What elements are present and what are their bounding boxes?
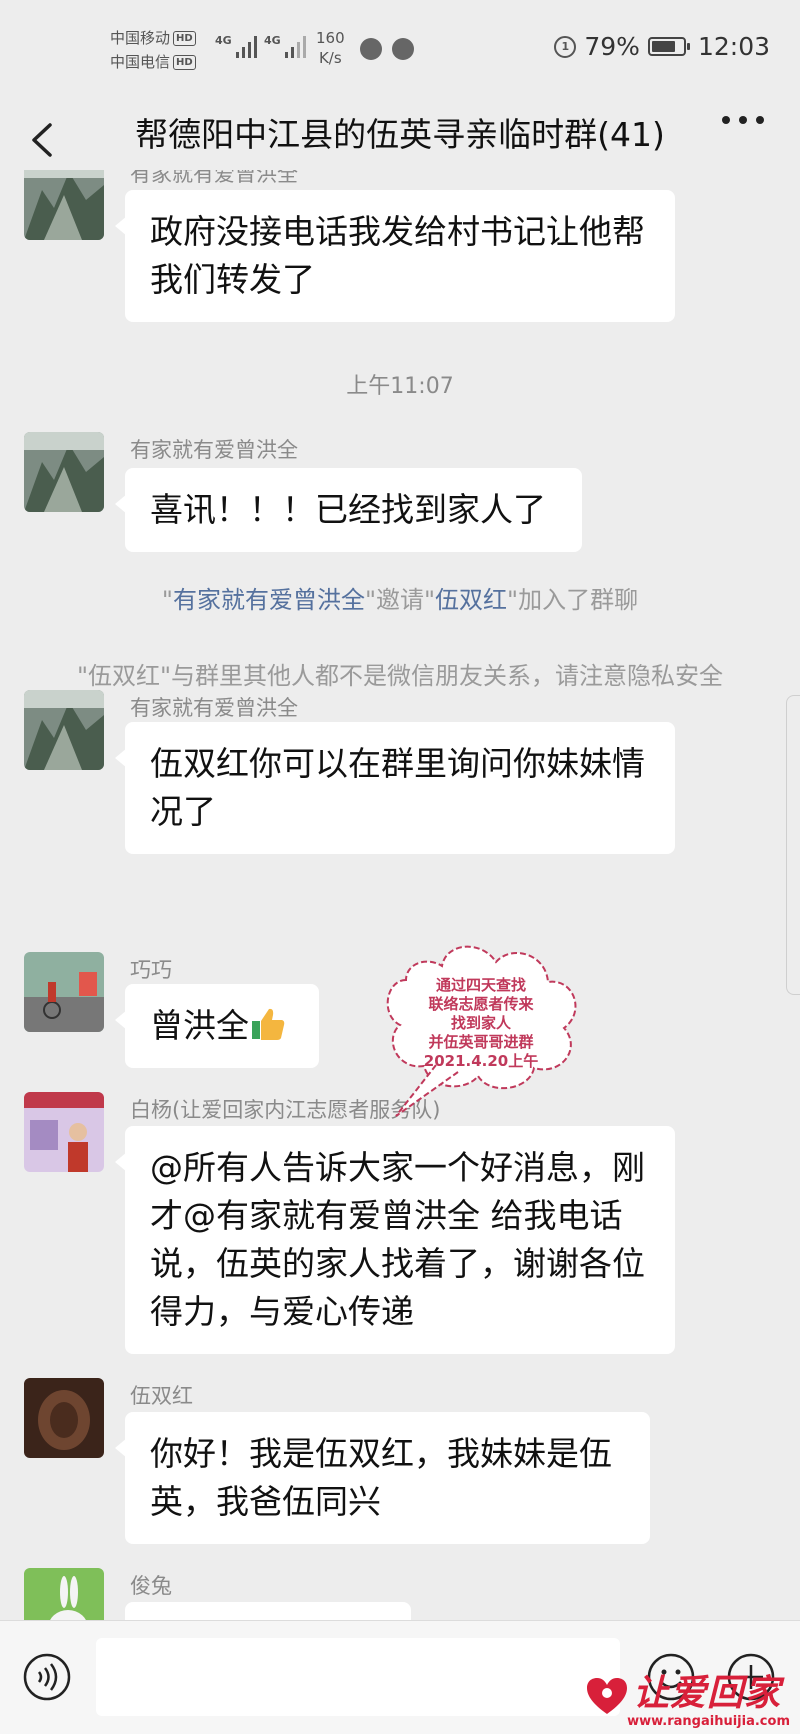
message-bubble[interactable]: 伍双红你可以在群里询问你妹妹情况了 <box>115 722 675 854</box>
timestamp: 上午11:07 <box>346 374 454 399</box>
watermark-cloud-text: 通过四天查找 联络志愿者传来 找到家人 并伍英哥哥进群 2021.4.20上午 <box>423 976 539 1070</box>
message-bubble[interactable] <box>125 1602 411 1620</box>
network-speed-unit: K/s <box>318 49 342 67</box>
page-title: 帮德阳中江县的伍英寻亲临时群(41) <box>135 115 665 154</box>
message-bubble[interactable]: 你好！我是伍双红，我妹妹是伍英，我爸伍同兴 <box>115 1412 650 1544</box>
brand-watermark: 让爱回家 www.rangaihuijia.com <box>585 1672 790 1730</box>
clock-time: 12:03 <box>697 32 770 61</box>
carrier-2-label: 中国电信 <box>110 53 171 71</box>
inviter-name-link[interactable]: 有家就有爱曾洪全 <box>173 586 365 614</box>
battery-percent: 79% <box>584 32 640 61</box>
nfc-ring-icon: 1 <box>554 35 577 58</box>
message-bubble[interactable]: 政府没接电话我发给村书记让他帮我们转发了 <box>115 190 675 322</box>
avatar-mountain[interactable] <box>24 432 104 512</box>
system-privacy-notice: "伍双红"与群里其他人都不是微信朋友关系，请注意隐私安全 <box>76 662 724 690</box>
hd-badge-1: HD <box>173 31 196 46</box>
avatar-cyclist[interactable] <box>24 952 104 1032</box>
thumbs-up-icon <box>252 1008 285 1040</box>
voice-notification-icon <box>392 38 414 60</box>
brand-url: www.rangaihuijia.com <box>627 1714 790 1729</box>
chat-message-list[interactable]: 有家就有爱曾洪全 政府没接电话我发给村书记让他帮我们转发了 上午11:07 有家… <box>0 170 800 1620</box>
more-options-icon[interactable] <box>722 116 764 124</box>
battery-fill <box>651 41 675 52</box>
carrier-info: 中国移动 HD 中国电信 HD <box>110 26 196 74</box>
avatar-volunteer[interactable] <box>24 1092 104 1172</box>
avatar-rabbit[interactable] <box>24 1568 104 1620</box>
voice-input-icon[interactable] <box>22 1652 72 1702</box>
message-input[interactable] <box>96 1638 620 1716</box>
sender-name: 有家就有爱曾洪全 <box>130 438 298 462</box>
avatar-mountain[interactable] <box>24 170 104 240</box>
carrier-1-label: 中国移动 <box>110 29 171 47</box>
watermark-cloud: 通过四天查找 联络志愿者传来 找到家人 并伍英哥哥进群 2021.4.20上午 <box>366 920 596 1120</box>
avatar-carving[interactable] <box>24 1378 104 1458</box>
sender-name: 伍双红 <box>130 1384 193 1408</box>
message-bubble[interactable]: @所有人告诉大家一个好消息，刚才@有家就有爱曾洪全 给我电话说，伍英的家人找着了… <box>115 1126 675 1354</box>
heart-logo-icon <box>587 1678 627 1714</box>
scrollbar[interactable] <box>786 695 800 995</box>
system-invite-notice: "有家就有爱曾洪全"邀请"伍双红"加入了群聊 <box>161 586 639 614</box>
sender-name: 有家就有爱曾洪全 <box>130 170 298 186</box>
signal-bars-1-icon <box>236 34 257 58</box>
signal-bars-2-icon <box>285 34 306 58</box>
message-text: 曾洪全 <box>150 1006 249 1045</box>
hd-badge-2: HD <box>173 55 196 70</box>
invitee-name-link[interactable]: 伍双红 <box>435 586 507 614</box>
message-bubble-icon <box>360 38 382 60</box>
network-speed-value: 160 <box>316 29 345 47</box>
net-type-label-1: 4G <box>215 34 232 47</box>
sender-name: 巧巧 <box>130 958 172 982</box>
net-type-label-2: 4G <box>264 34 281 47</box>
battery-icon <box>647 37 690 56</box>
status-bar: 中国移动 HD 中国电信 HD 4G 4G 160 K/s 1 79% 12:03 <box>0 0 800 100</box>
message-bubble[interactable]: 喜讯！！！已经找到家人了 <box>115 468 582 552</box>
sender-name: 俊兔 <box>130 1574 172 1598</box>
message-bubble[interactable]: 曾洪全 <box>115 984 319 1068</box>
sender-name: 有家就有爱曾洪全 <box>130 696 298 720</box>
battery-area: 1 79% 12:03 <box>554 32 770 61</box>
network-speed: 160 K/s <box>316 28 345 68</box>
brand-name: 让爱回家 <box>633 1672 782 1714</box>
avatar-mountain[interactable] <box>24 690 104 770</box>
